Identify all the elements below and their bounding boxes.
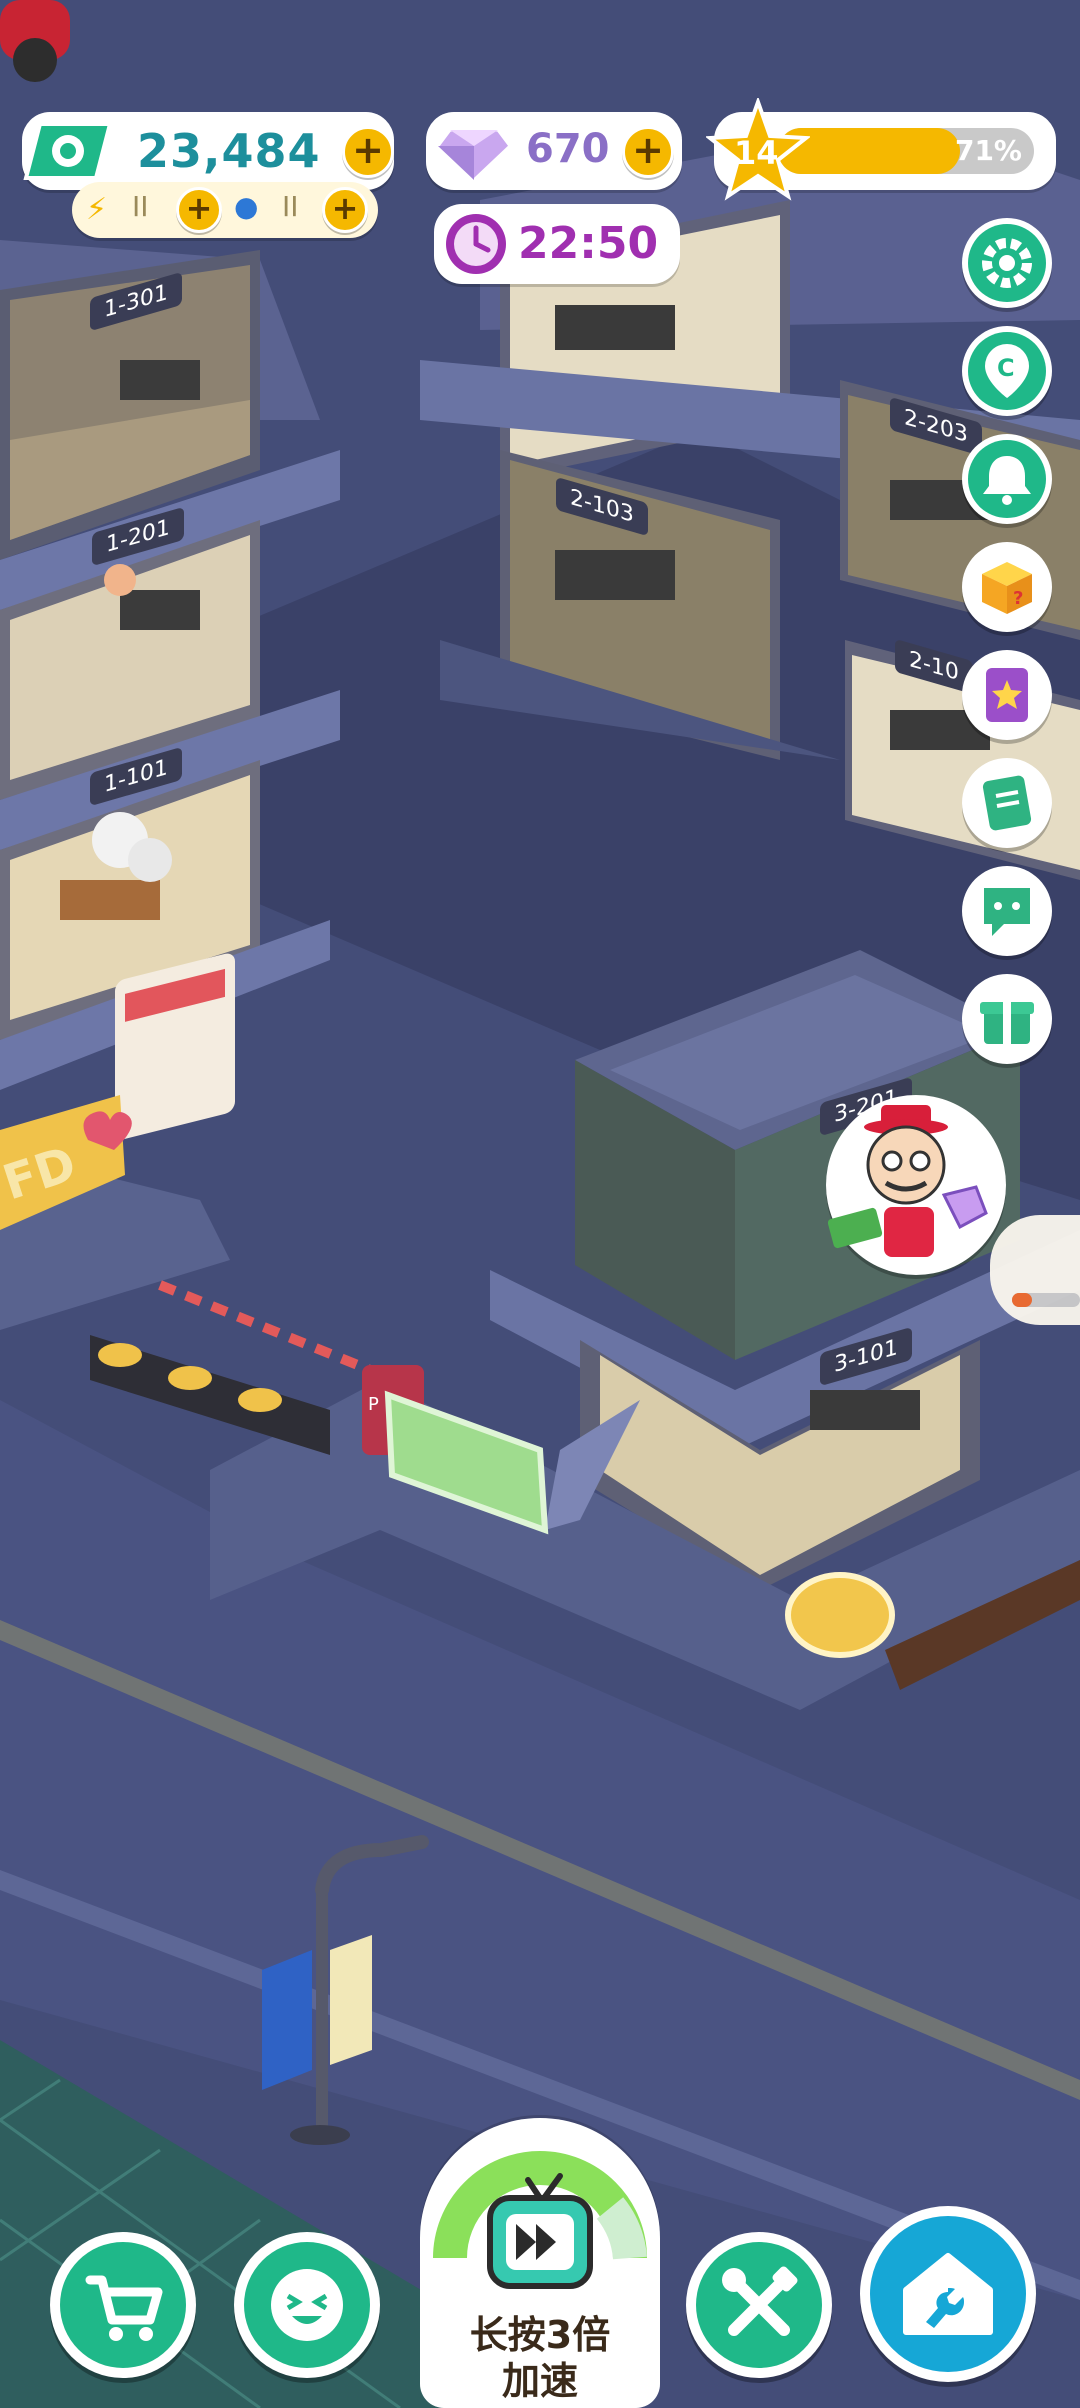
merchant-character-button[interactable] — [826, 1095, 1006, 1275]
game-clock: 22:50 — [434, 204, 680, 284]
svg-text:?: ? — [1013, 588, 1023, 609]
notes-icon — [982, 775, 1032, 831]
notes-button[interactable] — [962, 758, 1052, 848]
notifications-button[interactable] — [962, 434, 1052, 524]
side-cloud-progress[interactable] — [990, 1215, 1080, 1325]
star-book-icon — [986, 668, 1028, 722]
add-gems-button[interactable]: + — [622, 126, 674, 178]
gem-counter[interactable]: 670 + — [426, 112, 682, 190]
gem-amount: 670 — [526, 126, 610, 172]
add-water-button[interactable]: + — [322, 187, 368, 233]
water-drop-icon: ● — [234, 190, 259, 223]
cart-icon — [85, 2275, 163, 2341]
merchant-character-icon — [827, 1105, 988, 1257]
bell-icon — [983, 456, 1031, 505]
speed-up-label-line2: 加速 — [501, 2359, 578, 2403]
home-button[interactable] — [860, 2206, 1036, 2382]
energy-value: II — [132, 190, 149, 223]
chat-face-icon — [984, 888, 1030, 936]
level-bar-track: 71% — [778, 128, 1034, 174]
resources-bar: ⚡ II + ● II + — [72, 182, 378, 238]
mystery-box-icon: ? — [982, 562, 1032, 614]
energy-icon: ⚡ — [86, 192, 108, 227]
c-pin-icon: C — [985, 344, 1029, 398]
cloud-progress-fill — [1012, 1293, 1033, 1307]
tools-icon — [722, 2266, 798, 2336]
laughing-face-icon — [271, 2269, 343, 2341]
mystery-box-button[interactable]: ? — [962, 542, 1052, 632]
cash-amount: 23,484 — [137, 124, 321, 178]
cash-counter[interactable]: 23,484 + — [22, 112, 394, 190]
star-book-button[interactable] — [962, 650, 1052, 740]
cloud-progress-bar — [1012, 1293, 1080, 1307]
gift-icon — [980, 1002, 1034, 1044]
level-percent: 71% — [954, 134, 1022, 167]
house-icon — [903, 2253, 993, 2335]
shop-button[interactable] — [50, 2232, 196, 2378]
player-level: 14 — [734, 134, 779, 172]
tv-fast-forward-icon — [487, 2173, 593, 2289]
cash-icon — [23, 122, 113, 180]
level-progress[interactable]: 71% 14 — [706, 98, 1056, 201]
gear-icon — [982, 238, 1032, 288]
add-cash-button[interactable]: + — [342, 126, 394, 178]
clock-time: 22:50 — [518, 218, 659, 269]
gift-button[interactable] — [962, 974, 1052, 1064]
settings-button[interactable] — [962, 218, 1052, 308]
clock-icon — [446, 214, 506, 274]
coupon-button[interactable]: C — [962, 326, 1052, 416]
social-button[interactable] — [234, 2232, 380, 2378]
build-tools-button[interactable] — [686, 2232, 832, 2378]
svg-text:C: C — [997, 354, 1015, 382]
speed-up-button[interactable]: 长按3倍 加速 — [420, 2118, 660, 2408]
water-value: II — [282, 190, 299, 223]
add-energy-button[interactable]: + — [176, 187, 222, 233]
parking-sign-text: P — [368, 1394, 379, 1415]
chat-button[interactable] — [962, 866, 1052, 956]
gem-icon — [435, 128, 513, 183]
